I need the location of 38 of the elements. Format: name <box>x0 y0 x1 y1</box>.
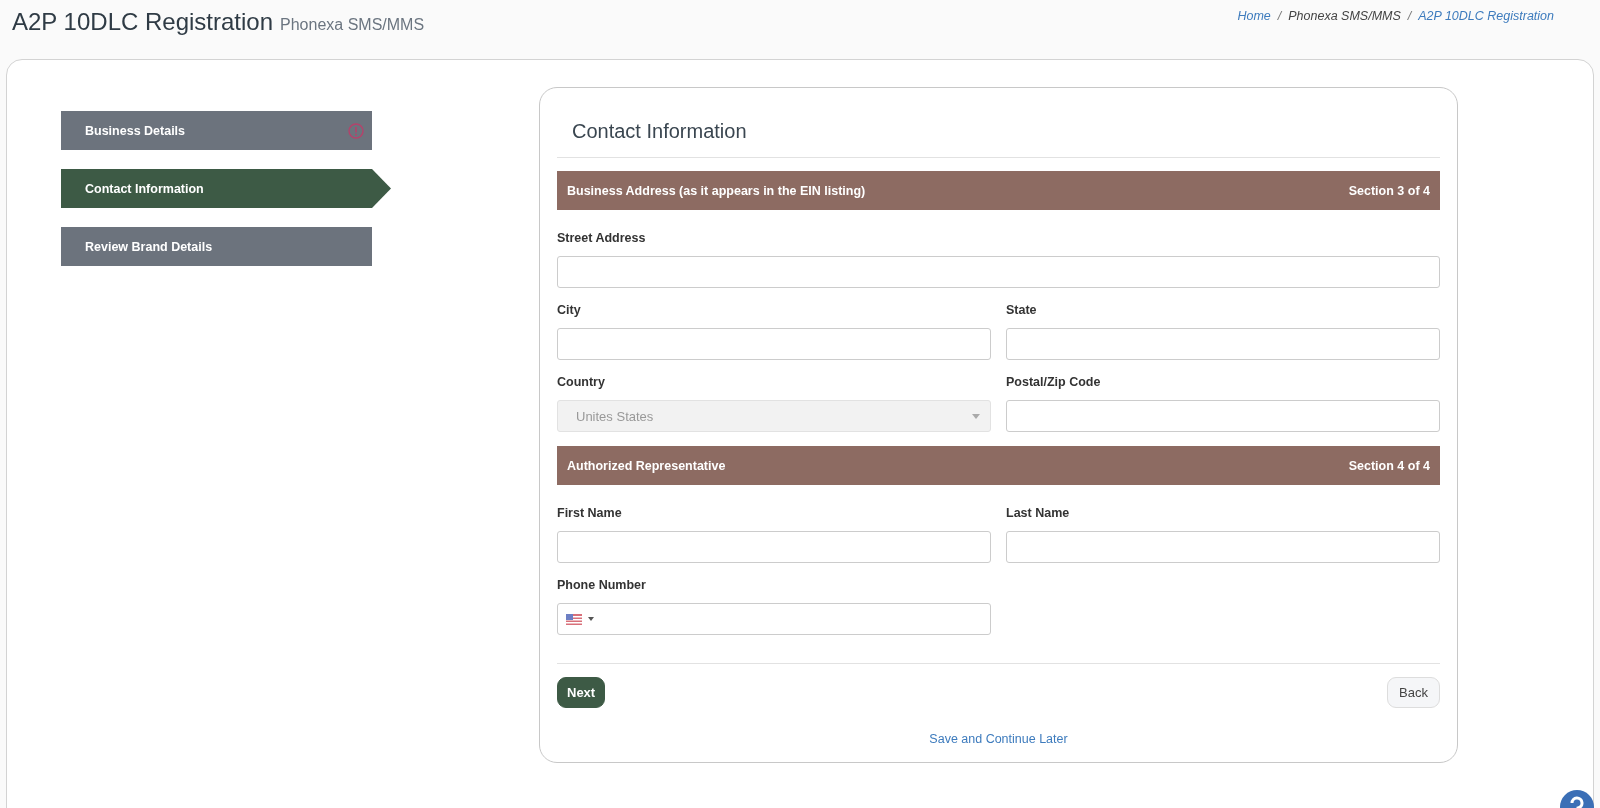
warning-icon <box>348 122 364 139</box>
breadcrumb-separator: / <box>1277 9 1282 23</box>
breadcrumb-text: Phonexa SMS/MMS <box>1288 9 1401 23</box>
step-tab[interactable]: Review Brand Details <box>61 227 372 266</box>
step-tab[interactable]: Business Details <box>61 111 372 150</box>
section-title: Authorized Representative <box>567 458 726 473</box>
field-label: Postal/Zip Code <box>1006 374 1102 390</box>
text-field[interactable] <box>557 328 991 360</box>
page-subtitle: Phonexa SMS/MMS <box>280 16 425 33</box>
field-label: First Name <box>557 505 623 521</box>
breadcrumb-link[interactable]: A2P 10DLC Registration <box>1418 9 1554 23</box>
section-counter: Section 4 of 4 <box>1348 458 1430 473</box>
caret-icon[interactable] <box>588 617 594 621</box>
page-title: A2P 10DLC Registration <box>12 8 274 35</box>
field-label: Last Name <box>1006 505 1071 521</box>
field-label: City <box>557 302 582 318</box>
section-title: Business Address (as it appears in the EIN listing) <box>567 183 866 198</box>
phone-field[interactable] <box>557 603 991 635</box>
text-field[interactable] <box>557 256 1440 288</box>
section-counter: Section 3 of 4 <box>1348 183 1430 198</box>
text-field[interactable] <box>1006 531 1440 563</box>
field-label: Phone Number <box>557 577 647 593</box>
text-field[interactable] <box>1006 400 1440 432</box>
breadcrumb-link[interactable]: Home <box>1237 9 1271 23</box>
help-icon[interactable] <box>1560 790 1594 808</box>
breadcrumb-separator: / <box>1407 9 1412 23</box>
text-field[interactable] <box>557 531 991 563</box>
text-field[interactable] <box>1006 328 1440 360</box>
country-select: Unites States <box>557 400 991 432</box>
next-button[interactable]: Next <box>557 677 606 708</box>
card-title: Contact Information <box>571 119 748 143</box>
field-label: Street Address <box>557 230 647 246</box>
flag-icon[interactable] <box>566 613 582 625</box>
field-label: State <box>1006 302 1038 318</box>
field-label: Country <box>557 374 606 390</box>
back-button[interactable]: Back <box>1387 677 1440 708</box>
save-link[interactable]: Save and Continue Later <box>929 732 1068 746</box>
step-tab[interactable]: Contact Information <box>61 169 391 208</box>
